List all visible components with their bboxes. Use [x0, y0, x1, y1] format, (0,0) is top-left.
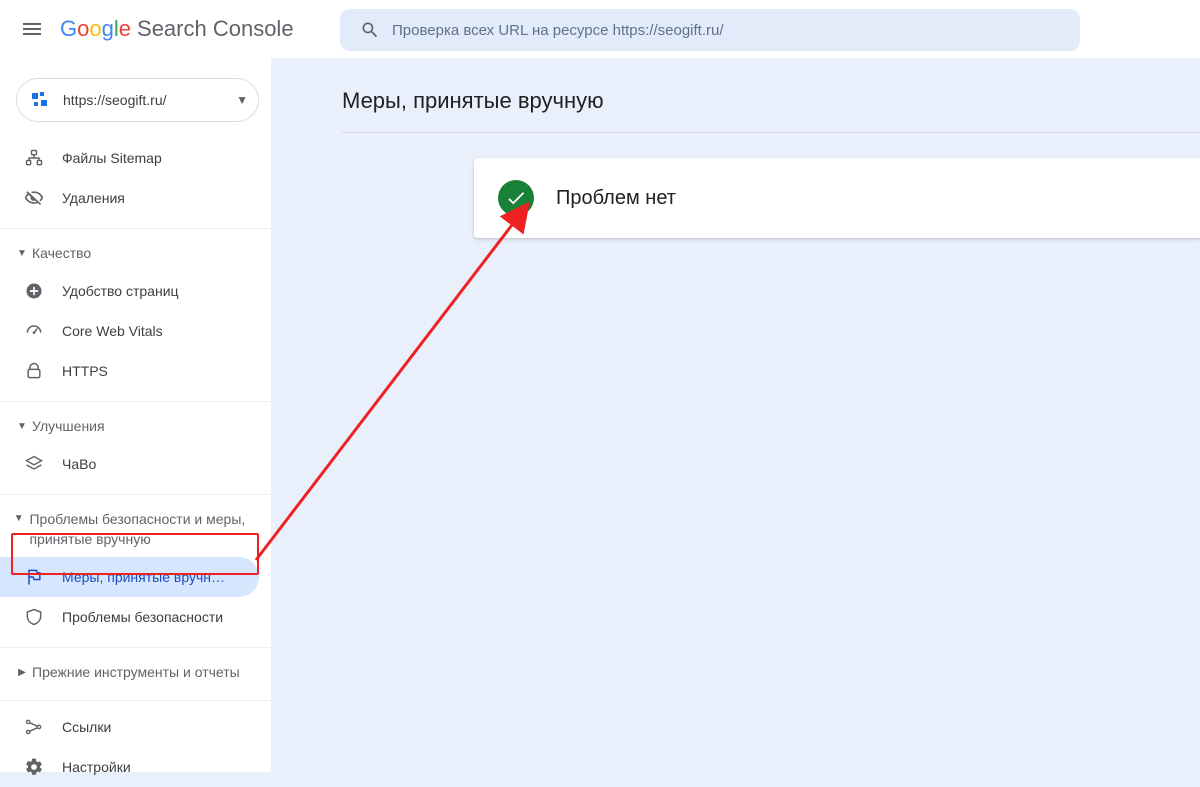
- sidebar-item-label: Меры, принятые вручн…: [62, 569, 259, 585]
- status-message: Проблем нет: [556, 187, 676, 210]
- logo-letter-g2: g: [102, 16, 114, 42]
- nav-sidebar: https://seogift.ru/ ▼ Файлы Sitemap Удал…: [0, 58, 272, 772]
- sidebar-item-sitemaps[interactable]: Файлы Sitemap: [0, 138, 259, 178]
- hamburger-menu-button[interactable]: [8, 5, 56, 53]
- status-ok-icon: [498, 180, 534, 216]
- layers-icon: [22, 452, 46, 476]
- gear-icon: [22, 755, 46, 779]
- sidebar-item-page-experience[interactable]: Удобство страниц: [0, 271, 259, 311]
- collapse-icon: ▼: [12, 248, 32, 259]
- divider: [0, 700, 271, 701]
- sidebar-item-https[interactable]: HTTPS: [0, 351, 259, 391]
- lock-icon: [22, 359, 46, 383]
- visibility-off-icon: [22, 186, 46, 210]
- sidebar-item-core-web-vitals[interactable]: Core Web Vitals: [0, 311, 259, 351]
- sitemap-icon: [22, 146, 46, 170]
- sidebar-item-label: ЧаВо: [62, 456, 259, 472]
- collapse-icon: ▼: [12, 421, 32, 432]
- section-quality[interactable]: ▼ Качество: [0, 235, 271, 271]
- app-header: G o o g l e Search Console Проверка всех…: [0, 0, 1200, 58]
- sidebar-item-label: Файлы Sitemap: [62, 150, 259, 166]
- expand-icon: ▶: [12, 667, 32, 678]
- sidebar-item-label: Core Web Vitals: [62, 323, 259, 339]
- status-card: Проблем нет: [474, 158, 1200, 238]
- logo-product-name: Search Console: [137, 16, 294, 42]
- sidebar-item-label: Настройки: [62, 759, 259, 775]
- sidebar-item-manual-actions[interactable]: Меры, принятые вручн…: [0, 557, 259, 597]
- flag-icon: [22, 565, 46, 589]
- sidebar-item-links[interactable]: Ссылки: [0, 707, 259, 747]
- section-legacy-tools[interactable]: ▶ Прежние инструменты и отчеты: [0, 654, 271, 690]
- sidebar-item-label: Удаления: [62, 190, 259, 206]
- divider: [0, 401, 271, 402]
- search-icon: [352, 12, 388, 48]
- chevron-down-icon: ▼: [236, 93, 248, 107]
- sidebar-item-label: Удобство страниц: [62, 283, 259, 299]
- sidebar-item-label: Проблемы безопасности: [62, 609, 259, 625]
- property-icon: [31, 91, 49, 109]
- speed-icon: [22, 319, 46, 343]
- sidebar-item-faq[interactable]: ЧаВо: [0, 444, 259, 484]
- divider: [0, 228, 271, 229]
- section-title-label: Улучшения: [32, 418, 105, 434]
- sidebar-item-security-issues[interactable]: Проблемы безопасности: [0, 597, 259, 637]
- plus-circle-icon: [22, 279, 46, 303]
- property-selector[interactable]: https://seogift.ru/ ▼: [16, 78, 259, 122]
- url-inspect-search[interactable]: Проверка всех URL на ресурсе https://seo…: [340, 9, 1080, 51]
- main-content: Меры, принятые вручную Проблем нет: [272, 58, 1200, 772]
- logo-letter-o2: o: [89, 16, 101, 42]
- logo-letter-o1: o: [77, 16, 89, 42]
- logo-letter-g1: G: [60, 16, 77, 42]
- collapse-icon: ▼: [12, 513, 25, 524]
- sidebar-item-label: Ссылки: [62, 719, 259, 735]
- check-icon: [505, 187, 527, 209]
- divider: [342, 132, 1200, 133]
- product-logo[interactable]: G o o g l e Search Console: [60, 16, 294, 42]
- property-label: https://seogift.ru/: [63, 92, 236, 108]
- divider: [0, 647, 271, 648]
- sidebar-item-settings[interactable]: Настройки: [0, 747, 259, 787]
- sidebar-item-label: HTTPS: [62, 363, 259, 379]
- menu-icon: [20, 17, 44, 41]
- links-icon: [22, 715, 46, 739]
- section-title-label: Прежние инструменты и отчеты: [32, 664, 240, 680]
- logo-letter-e: e: [119, 16, 131, 42]
- section-security-and-manual[interactable]: ▼ Проблемы безопасности и меры, принятые…: [0, 501, 271, 557]
- section-title-label: Проблемы безопасности и меры, принятые в…: [25, 509, 259, 549]
- sidebar-item-removals[interactable]: Удаления: [0, 178, 259, 218]
- page-title: Меры, принятые вручную: [272, 58, 1200, 132]
- section-enhancements[interactable]: ▼ Улучшения: [0, 408, 271, 444]
- shield-icon: [22, 605, 46, 629]
- section-title-label: Качество: [32, 245, 91, 261]
- divider: [0, 494, 271, 495]
- search-placeholder-text: Проверка всех URL на ресурсе https://seo…: [392, 22, 724, 39]
